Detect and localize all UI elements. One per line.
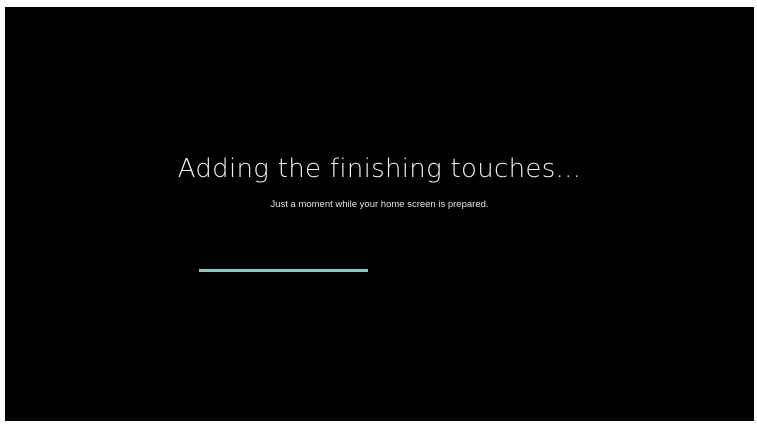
progress-bar-fill	[199, 269, 369, 272]
setup-title: Adding the finishing touches...	[177, 154, 582, 184]
setup-subtitle: Just a moment while your home screen is …	[270, 199, 489, 210]
progress-bar	[199, 269, 559, 272]
setup-screen: Adding the finishing touches... Just a m…	[5, 7, 754, 421]
